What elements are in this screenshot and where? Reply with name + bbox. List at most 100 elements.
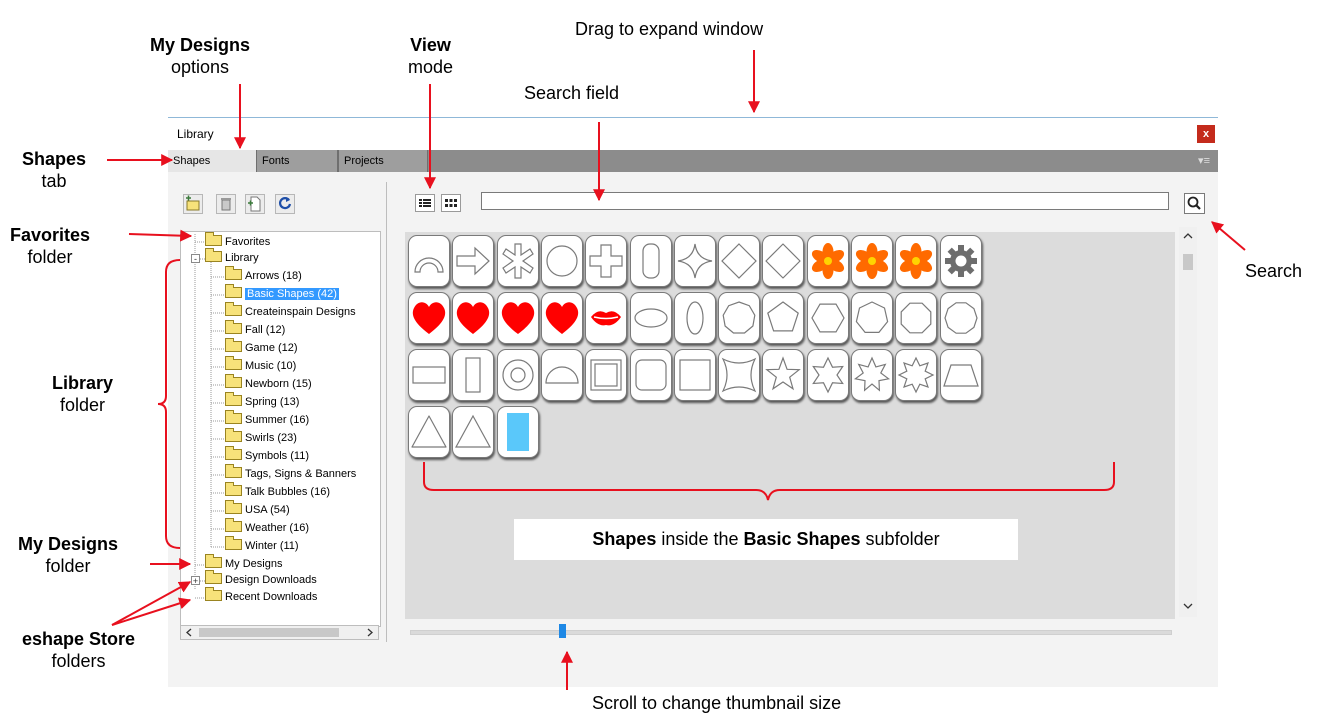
shape-tile-flower[interactable] <box>851 235 893 287</box>
tree-item-subfolder[interactable]: Basic Shapes (42) <box>225 284 339 303</box>
tree-item-subfolder[interactable]: Winter (11) <box>225 536 299 555</box>
refresh-button[interactable] <box>275 194 295 214</box>
shape-tile-cross[interactable] <box>585 235 628 287</box>
tab-projects[interactable]: Projects <box>338 150 428 172</box>
tab-shapes[interactable]: Shapes <box>168 150 256 172</box>
shape-tile-star7[interactable] <box>851 349 893 401</box>
scroll-right-icon[interactable] <box>364 626 376 639</box>
shape-tile-nonagon[interactable] <box>718 292 761 344</box>
shape-tile-square[interactable] <box>673 349 716 401</box>
collapse-library-icon[interactable]: - <box>191 254 200 264</box>
tree-item-subfolder[interactable]: Music (10) <box>225 356 296 375</box>
tree-item-subfolder[interactable]: Summer (16) <box>225 410 309 429</box>
tab-menu-icon[interactable]: ▾≡ <box>1198 154 1210 167</box>
search-button[interactable] <box>1184 193 1205 214</box>
shape-tile-octagon[interactable] <box>895 292 938 344</box>
expand-design-downloads-icon[interactable]: + <box>191 576 200 586</box>
new-folder-button[interactable] <box>183 194 203 214</box>
tree-item-design-downloads[interactable]: Design Downloads <box>205 570 317 589</box>
search-input[interactable] <box>481 192 1169 210</box>
list-view-button[interactable] <box>415 194 435 212</box>
shape-tile-rectangle[interactable] <box>408 349 450 401</box>
shape-tile-arc[interactable] <box>408 235 450 287</box>
tree-item-subfolder[interactable]: Createinspain Designs <box>225 302 356 321</box>
thumbnail-size-slider-thumb[interactable] <box>559 624 567 638</box>
shape-tile-lips[interactable] <box>585 292 628 344</box>
folder-icon <box>225 374 242 388</box>
scroll-down-icon[interactable] <box>1179 599 1197 613</box>
shape-tile-square-double[interactable] <box>585 349 628 401</box>
heart-icon <box>501 302 534 334</box>
tree-item-subfolder[interactable]: Spring (13) <box>225 392 299 411</box>
shape-tile-ellipse-tall[interactable] <box>673 292 716 344</box>
delete-button[interactable] <box>216 194 236 214</box>
tree-item-subfolder[interactable]: Talk Bubbles (16) <box>225 482 330 501</box>
shape-tile-hexagon[interactable] <box>806 292 849 344</box>
shape-tile-blue-rect[interactable] <box>496 406 539 458</box>
shape-tile-heart[interactable] <box>408 292 450 344</box>
folder-icon <box>225 446 242 460</box>
shape-tile-ellipse[interactable] <box>629 292 672 344</box>
shape-tile-diamond[interactable] <box>718 235 761 287</box>
tree-item-subfolder[interactable]: Game (12) <box>225 338 298 357</box>
tree-item-subfolder[interactable]: Weather (16) <box>225 518 309 537</box>
scroll-left-icon[interactable] <box>183 626 195 639</box>
grid-view-button[interactable] <box>441 194 461 212</box>
shape-tile-gear[interactable] <box>939 235 982 287</box>
annotation-my-designs-folder: My Designs folder <box>18 534 119 576</box>
shape-tile-heart[interactable] <box>540 292 583 344</box>
shape-tile-star6[interactable] <box>806 349 849 401</box>
close-button[interactable]: x <box>1197 125 1215 143</box>
shapes-vertical-scrollbar[interactable] <box>1179 227 1197 617</box>
shape-tile-triangle[interactable] <box>452 406 495 458</box>
shape-tile-heart[interactable] <box>496 292 539 344</box>
tree-horizontal-scrollbar[interactable] <box>180 625 379 640</box>
tree-item-library[interactable]: Library <box>205 248 259 267</box>
shape-tile-ring[interactable] <box>496 349 539 401</box>
tree-item-subfolder[interactable]: Newborn (15) <box>225 374 312 393</box>
shape-tile-star8[interactable] <box>895 349 938 401</box>
shape-tile-tall-rectangle[interactable] <box>452 349 495 401</box>
grid-view-icon <box>445 199 457 207</box>
shape-tile-decagon[interactable] <box>939 292 982 344</box>
shape-tile-rounded-square[interactable] <box>629 349 672 401</box>
shape-tile-circle[interactable] <box>540 235 583 287</box>
shape-tile-concave-square[interactable] <box>718 349 761 401</box>
annotation-view-mode: View mode <box>408 35 454 77</box>
thumbnail-size-slider[interactable] <box>410 630 1172 635</box>
scroll-up-icon[interactable] <box>1179 229 1197 243</box>
tree-item-subfolder[interactable]: Arrows (18) <box>225 266 302 285</box>
shape-tile-flower[interactable] <box>806 235 849 287</box>
folder-icon <box>225 392 242 406</box>
shape-tile-heptagon[interactable] <box>851 292 893 344</box>
folder-tree[interactable]: Favorites - Library Arrows (18) Basic Sha… <box>180 231 381 627</box>
shape-tile-star5[interactable] <box>762 349 805 401</box>
tree-item-subfolder[interactable]: Tags, Signs & Banners <box>225 464 356 483</box>
shape-tile-asterisk[interactable] <box>496 235 539 287</box>
asterisk-icon <box>501 243 534 279</box>
title-bar[interactable]: Library x <box>168 117 1218 150</box>
shape-tile-arrow[interactable] <box>452 235 495 287</box>
shape-tile-heart[interactable] <box>452 292 495 344</box>
tab-fonts[interactable]: Fonts <box>256 150 338 172</box>
ring-icon <box>501 359 534 391</box>
tree-item-subfolder[interactable]: Swirls (23) <box>225 428 297 447</box>
shape-tile-triangle-rounded[interactable] <box>408 406 450 458</box>
shape-tile-trapezoid[interactable] <box>939 349 982 401</box>
tree-scroll-thumb[interactable] <box>199 628 339 637</box>
shape-tile-rounded-tall[interactable] <box>629 235 672 287</box>
folder-icon <box>205 587 222 601</box>
tree-item-favorites[interactable]: Favorites <box>205 232 270 251</box>
tree-item-subfolder[interactable]: USA (54) <box>225 500 290 519</box>
tree-item-subfolder[interactable]: Symbols (11) <box>225 446 309 465</box>
shape-tile-star4[interactable] <box>673 235 716 287</box>
tree-item-my-designs[interactable]: My Designs <box>205 554 282 573</box>
shape-tile-pentagon[interactable] <box>762 292 805 344</box>
new-file-button[interactable] <box>245 194 265 214</box>
shape-tile-flower[interactable] <box>895 235 938 287</box>
tree-item-recent-downloads[interactable]: Recent Downloads <box>205 587 317 606</box>
shapes-scroll-thumb[interactable] <box>1183 254 1193 270</box>
shape-tile-diamond-rounded[interactable] <box>762 235 805 287</box>
shape-tile-semicircle[interactable] <box>540 349 583 401</box>
tree-item-subfolder[interactable]: Fall (12) <box>225 320 285 339</box>
